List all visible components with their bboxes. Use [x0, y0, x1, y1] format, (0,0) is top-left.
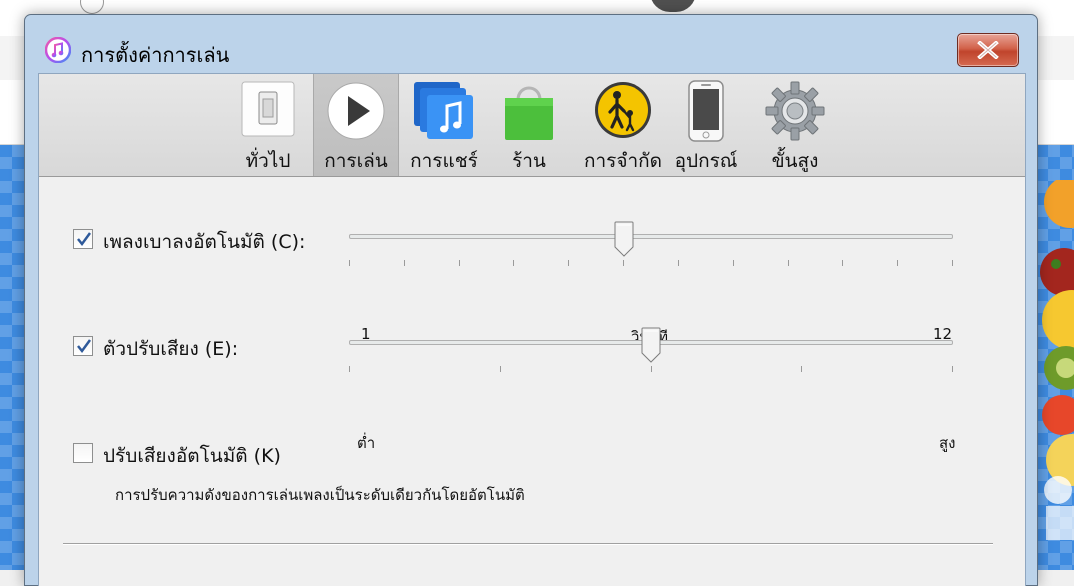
preferences-toolbar: ทั่วไป การเล่น การแชร์ ร้าน การจำกัด อุป… — [39, 74, 1025, 177]
play-icon — [327, 82, 385, 140]
sound-enhancer-high-label: สูง — [939, 434, 956, 452]
crossfade-tick — [623, 260, 624, 266]
crossfade-tick — [568, 260, 569, 266]
crossfade-tick — [952, 260, 953, 266]
background-apple-logo-icon — [650, 0, 696, 12]
gear-icon — [765, 81, 825, 141]
checkmark-icon — [77, 232, 92, 247]
tab-general-label: ทั่วไป — [245, 150, 291, 172]
tab-devices[interactable]: อุปกรณ์ — [671, 74, 741, 176]
dialog-client-area: ทั่วไป การเล่น การแชร์ ร้าน การจำกัด อุป… — [38, 73, 1026, 586]
close-button[interactable] — [957, 33, 1019, 67]
dialog-title: การตั้งค่าการเล่น — [81, 43, 230, 67]
tab-playback[interactable]: การเล่น — [313, 74, 399, 176]
playback-settings-panel: เพลงเบาลงอัตโนมัติ (C): 1 วินาที 12 ตัวป… — [39, 177, 1025, 586]
crossfade-tick — [513, 260, 514, 266]
crossfade-tick — [788, 260, 789, 266]
fruit-artwork-image — [1040, 180, 1074, 540]
sound-enhancer-tick — [952, 366, 953, 372]
sound-enhancer-label: ตัวปรับเสียง (E): — [103, 338, 239, 360]
playback-preferences-dialog: การตั้งค่าการเล่น ทั่วไป การเล่น การแชร์… — [24, 14, 1038, 586]
dialog-title-bar[interactable]: การตั้งค่าการเล่น — [25, 15, 1037, 73]
sound-enhancer-tick — [651, 366, 652, 372]
switch-icon — [241, 81, 295, 137]
sound-enhancer-tick — [349, 366, 350, 372]
sound-check-label: ปรับเสียงอัตโนมัติ (K) — [103, 445, 281, 467]
tab-sharing-label: การแชร์ — [410, 150, 478, 172]
store-bag-icon — [505, 86, 553, 140]
crossfade-slider-thumb[interactable] — [614, 221, 634, 257]
tab-restrictions-label: การจำกัด — [583, 150, 663, 172]
background-left-panel — [0, 145, 24, 570]
sound-check-checkbox[interactable] — [73, 443, 93, 463]
crossfade-checkbox[interactable] — [73, 229, 93, 249]
sound-check-description: การปรับความดังของการเล่นเพลงเป็นระดับเดี… — [115, 486, 525, 504]
tab-restrictions[interactable]: การจำกัด — [577, 74, 669, 176]
sound-enhancer-tick — [801, 366, 802, 372]
tab-playback-label: การเล่น — [324, 150, 388, 172]
tab-store-label: ร้าน — [512, 150, 546, 172]
crossfade-label: เพลงเบาลงอัตโนมัติ (C): — [103, 231, 306, 253]
crossfade-tick — [842, 260, 843, 266]
tab-advanced[interactable]: ขั้นสูง — [757, 74, 833, 176]
crossfade-tick — [349, 260, 350, 266]
sound-enhancer-slider[interactable] — [349, 323, 953, 403]
itunes-app-icon — [45, 37, 71, 63]
crossfade-tick — [897, 260, 898, 266]
tab-devices-label: อุปกรณ์ — [674, 150, 738, 172]
parental-restriction-icon — [595, 82, 651, 138]
tab-advanced-label: ขั้นสูง — [771, 150, 819, 172]
section-divider — [63, 543, 993, 545]
sound-enhancer-tick — [500, 366, 501, 372]
checkmark-icon — [77, 339, 92, 354]
crossfade-tick — [678, 260, 679, 266]
tab-general[interactable]: ทั่วไป — [235, 74, 301, 176]
iphone-device-icon — [688, 80, 724, 142]
sound-enhancer-checkbox[interactable] — [73, 336, 93, 356]
crossfade-tick — [733, 260, 734, 266]
crossfade-slider-track — [349, 234, 953, 239]
music-sharing-icon — [414, 82, 473, 139]
sound-enhancer-slider-thumb[interactable] — [641, 327, 661, 363]
crossfade-tick — [459, 260, 460, 266]
crossfade-tick — [404, 260, 405, 266]
tab-sharing[interactable]: การแชร์ — [407, 74, 481, 176]
crossfade-slider[interactable] — [349, 217, 953, 297]
close-icon — [977, 41, 999, 59]
background-radio-button[interactable] — [80, 0, 104, 14]
sound-enhancer-low-label: ต่ำ — [357, 434, 376, 452]
tab-store[interactable]: ร้าน — [493, 74, 565, 176]
